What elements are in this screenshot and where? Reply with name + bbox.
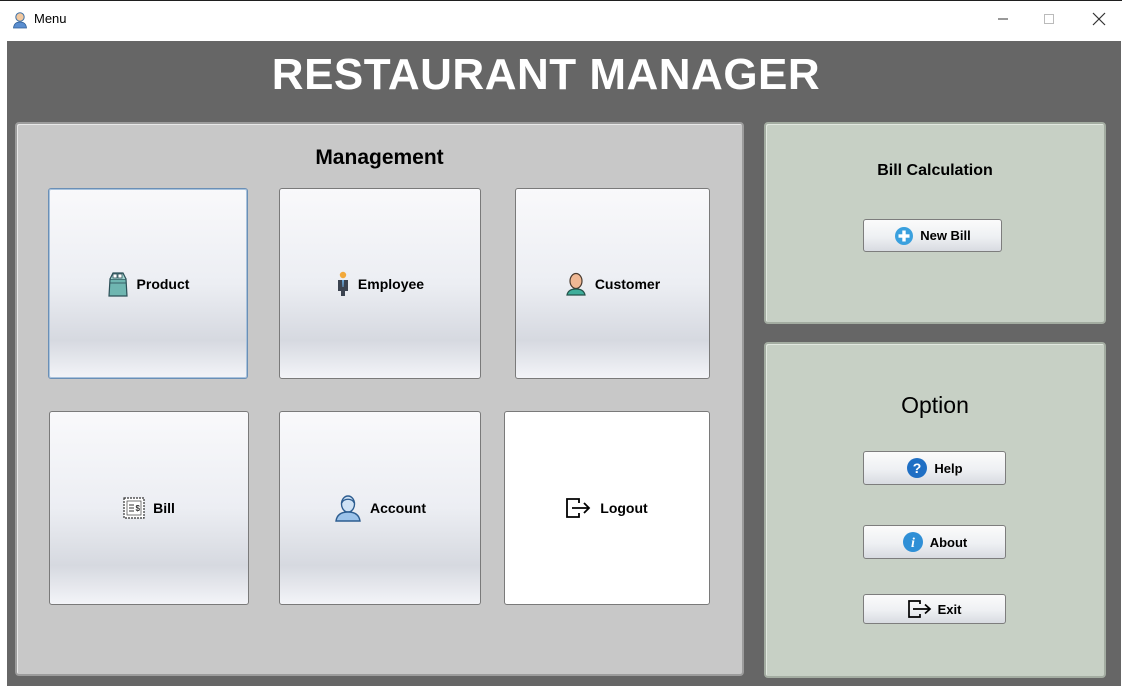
management-heading: Management bbox=[315, 146, 444, 169]
help-label: Help bbox=[934, 460, 963, 476]
about-label: About bbox=[929, 534, 968, 550]
bill-calculation-heading: Bill Calculation bbox=[877, 162, 993, 179]
option-panel: Option ? Help i About Exit bbox=[764, 342, 1106, 678]
option-heading: Option bbox=[901, 392, 969, 418]
exit-icon bbox=[907, 600, 931, 618]
minimize-button[interactable] bbox=[980, 1, 1026, 37]
exit-label: Exit bbox=[937, 601, 962, 617]
help-icon: ? bbox=[907, 458, 928, 478]
employee-button[interactable]: Employee bbox=[279, 188, 481, 379]
svg-text:$: $ bbox=[136, 504, 141, 513]
window-titlebar: Menu bbox=[0, 0, 1122, 36]
logout-button[interactable]: Logout bbox=[504, 411, 710, 605]
about-button[interactable]: i About bbox=[863, 525, 1006, 559]
new-bill-button[interactable]: New Bill bbox=[863, 219, 1002, 252]
bill-icon: $ bbox=[123, 497, 145, 519]
employee-icon bbox=[337, 271, 348, 296]
new-bill-label: New Bill bbox=[920, 228, 971, 243]
logout-icon bbox=[566, 498, 591, 518]
logout-label: Logout bbox=[600, 500, 648, 516]
plus-circle-icon bbox=[895, 226, 914, 245]
svg-text:i: i bbox=[911, 536, 915, 551]
minimize-icon bbox=[998, 18, 1008, 20]
bill-button[interactable]: $ Bill bbox=[49, 411, 249, 605]
close-button[interactable] bbox=[1076, 1, 1122, 37]
product-bag-icon bbox=[107, 271, 128, 297]
bill-calculation-panel: Bill Calculation New Bill bbox=[764, 122, 1106, 324]
customer-button[interactable]: Customer bbox=[515, 188, 710, 379]
exit-button[interactable]: Exit bbox=[863, 594, 1006, 624]
info-icon: i bbox=[902, 532, 923, 552]
window-title: Menu bbox=[34, 11, 67, 26]
help-button[interactable]: ? Help bbox=[863, 451, 1006, 485]
user-app-icon bbox=[13, 12, 27, 29]
svg-text:?: ? bbox=[913, 460, 922, 476]
app-title: RESTAURANT MANAGER bbox=[271, 50, 821, 99]
product-button[interactable]: Product bbox=[48, 188, 248, 379]
account-icon bbox=[335, 495, 361, 522]
product-label: Product bbox=[136, 275, 190, 292]
close-icon bbox=[1092, 12, 1106, 26]
account-label: Account bbox=[370, 500, 426, 516]
customer-label: Customer bbox=[594, 275, 661, 292]
management-panel: Management Product Employee Customer $ B… bbox=[15, 122, 744, 676]
maximize-icon bbox=[1044, 14, 1054, 24]
account-button[interactable]: Account bbox=[279, 411, 481, 605]
bill-label: Bill bbox=[153, 500, 175, 516]
main-content: RESTAURANT MANAGER Management Product Em… bbox=[7, 41, 1121, 686]
employee-label: Employee bbox=[357, 275, 425, 292]
customer-icon bbox=[566, 272, 586, 296]
maximize-button[interactable] bbox=[1026, 1, 1072, 37]
